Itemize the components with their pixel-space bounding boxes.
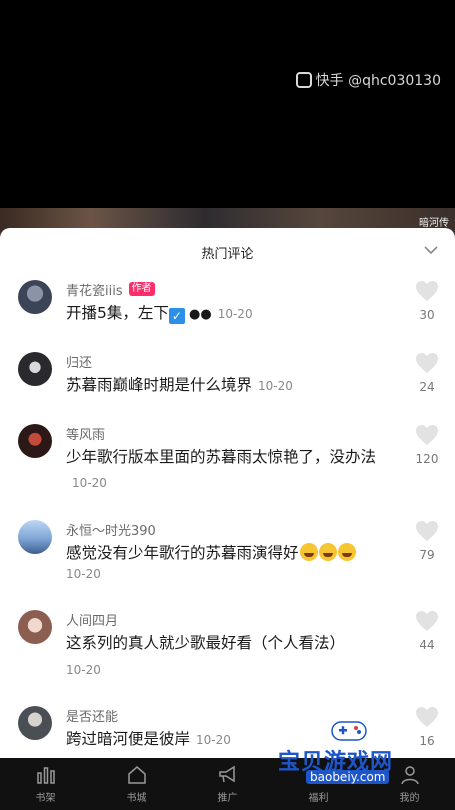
comment-date: 10-20: [258, 379, 293, 393]
tab-label: 我的: [399, 793, 420, 804]
comment-text: 感觉没有少年歌行的苏暮雨演得好 10-20: [66, 541, 396, 582]
comment-username[interactable]: 青花瓷iiis: [66, 280, 123, 299]
comment-sheet: 热门评论 青花瓷iiis 作者 开播5集，左下 ✓ ●● 10-20 30 归还…: [0, 228, 455, 758]
laughing-emoji-icon: [318, 543, 337, 561]
site-url: baobeiy.com: [306, 770, 390, 784]
kuaishou-watermark: 快手 @qhc030130: [295, 70, 441, 90]
comment-date: 10-20: [66, 663, 101, 677]
comment-date: 10-20: [196, 733, 231, 747]
comment-text-body: 跨过暗河便是彼岸: [66, 730, 191, 748]
tab-label: 书城: [126, 793, 147, 804]
home-icon: [127, 766, 146, 784]
megaphone-icon: [218, 765, 235, 783]
comment-text: 开播5集，左下 ✓ ●● 10-20: [66, 301, 396, 327]
author-badge: 作者: [128, 282, 155, 296]
kuaishou-logo-icon: [295, 72, 312, 88]
video-caption: 暗河传: [419, 218, 449, 229]
comment-username[interactable]: 是否还能: [66, 706, 118, 725]
comment-username[interactable]: 等风雨: [66, 424, 105, 443]
like-button[interactable]: 79: [412, 520, 442, 562]
tab-label: 推广: [217, 793, 238, 804]
heart-icon: [416, 611, 438, 631]
like-button[interactable]: 24: [412, 352, 442, 394]
laughing-emoji-icon: [337, 543, 356, 561]
tab-promote[interactable]: 推广: [182, 758, 273, 810]
tab-label: 福利: [308, 793, 329, 804]
gamepad-icon: [331, 721, 367, 741]
tab-bookshelf[interactable]: 书架: [0, 758, 91, 810]
heart-icon: [416, 425, 438, 445]
like-count: 79: [419, 548, 435, 562]
video-player[interactable]: 快手 @qhc030130: [0, 0, 455, 228]
heart-icon: [416, 281, 438, 301]
sheet-header: 热门评论: [0, 228, 455, 274]
chevron-down-icon: [424, 246, 438, 255]
comment-text: 这系列的真人就少歌最好看（个人看法） 10-20: [66, 631, 396, 678]
comment-text: 苏暮雨巅峰时期是什么境界 10-20: [66, 373, 396, 399]
comment-text-body: 开播5集，左下: [66, 304, 169, 322]
like-count: 44: [419, 638, 435, 652]
comment-text-body: 感觉没有少年歌行的苏暮雨演得好: [66, 544, 299, 562]
comment-date: 10-20: [72, 476, 107, 490]
check-emoji-icon: ✓: [168, 308, 185, 324]
collapse-button[interactable]: [421, 240, 441, 260]
comment-date: 10-20: [66, 567, 101, 581]
avatar[interactable]: [18, 280, 52, 314]
avatar[interactable]: [18, 610, 52, 644]
site-watermark: 宝贝游戏网 baobeiy.com: [278, 718, 428, 788]
comment-date: 10-20: [217, 307, 253, 321]
sheet-title: 热门评论: [201, 247, 254, 262]
like-button[interactable]: 30: [412, 280, 442, 322]
heart-icon: [416, 353, 438, 373]
avatar[interactable]: [18, 352, 52, 386]
comment-text-body: 这系列的真人就少歌最好看（个人看法）: [66, 634, 346, 652]
laughing-emoji-icon: [299, 543, 318, 561]
like-button[interactable]: 44: [412, 610, 442, 652]
comment-text-body: 少年歌行版本里面的苏暮雨太惊艳了，没办法: [66, 448, 377, 466]
comment-username[interactable]: 永恒～时光390: [66, 520, 156, 539]
watermark-text: 快手 @qhc030130: [315, 73, 441, 89]
tab-label: 书架: [35, 793, 56, 804]
avatar[interactable]: [18, 706, 52, 740]
eyes-emoji-icon: ●●: [184, 307, 212, 322]
heart-icon: [416, 521, 438, 541]
bars-icon: [36, 767, 55, 784]
like-button[interactable]: 120: [412, 424, 442, 466]
tab-bookstore[interactable]: 书城: [91, 758, 182, 810]
like-count: 120: [415, 452, 439, 466]
comment-username[interactable]: 人间四月: [66, 610, 118, 629]
comment-text-body: 苏暮雨巅峰时期是什么境界: [66, 376, 253, 394]
avatar[interactable]: [18, 424, 52, 458]
like-count: 30: [419, 308, 435, 322]
like-count: 24: [419, 380, 435, 394]
comment-text: 少年歌行版本里面的苏暮雨太惊艳了，没办法 10-20: [66, 445, 386, 496]
avatar[interactable]: [18, 520, 52, 554]
comment-username[interactable]: 归还: [66, 352, 92, 371]
